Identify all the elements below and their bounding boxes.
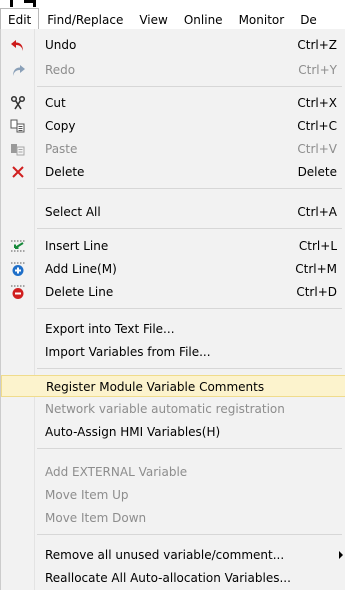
menu-debug[interactable]: De xyxy=(292,8,325,30)
menu-item-label: Undo xyxy=(45,38,77,52)
menu-item-label: Auto-Assign HMI Variables(H) xyxy=(45,425,221,439)
menu-item-move-up[interactable]: Move Item Up xyxy=(1,484,345,506)
scissors-icon xyxy=(10,95,26,111)
menu-item-label: Move Item Up xyxy=(45,488,129,502)
menu-item-shortcut: Ctrl+A xyxy=(297,205,337,219)
menu-item-label: Register Module Variable Comments xyxy=(46,380,265,394)
menu-item-shortcut: Ctrl+M xyxy=(295,262,337,276)
copy-icon xyxy=(10,118,26,134)
menu-monitor[interactable]: Monitor xyxy=(231,8,293,30)
menu-item-redo[interactable]: Redo Ctrl+Y xyxy=(1,59,345,81)
menu-item-auto-assign-hmi[interactable]: Auto-Assign HMI Variables(H) xyxy=(1,421,345,443)
menu-separator xyxy=(37,308,342,309)
menu-item-shortcut: Ctrl+L xyxy=(298,239,337,253)
menu-item-undo[interactable]: Undo Ctrl+Z xyxy=(1,34,345,56)
paste-icon xyxy=(10,141,26,157)
undo-icon xyxy=(10,37,26,53)
menu-item-shortcut: Ctrl+C xyxy=(297,119,337,133)
menu-item-shortcut: Ctrl+Z xyxy=(297,38,337,52)
menu-item-select-all[interactable]: Select All Ctrl+A xyxy=(1,201,345,223)
edit-dropdown-menu: Undo Ctrl+Z Redo Ctrl+Y Cut Ctrl+X Copy … xyxy=(0,29,345,590)
menu-item-label: Paste xyxy=(45,142,78,156)
menu-item-network-variable-registration[interactable]: Network variable automatic registration xyxy=(1,398,345,420)
menu-find-replace[interactable]: Find/Replace xyxy=(39,8,131,30)
menu-item-label: Network variable automatic registration xyxy=(45,402,285,416)
menu-item-add-line[interactable]: Add Line(M) Ctrl+M xyxy=(1,258,345,280)
menu-item-reallocate-variables[interactable]: Reallocate All Auto-allocation Variables… xyxy=(1,567,345,589)
menu-item-register-module-variable-comments[interactable]: Register Module Variable Comments xyxy=(1,375,345,397)
menu-separator xyxy=(37,534,342,535)
menu-item-label: Cut xyxy=(45,96,66,110)
menu-item-delete[interactable]: Delete Delete xyxy=(1,161,345,183)
menu-item-paste[interactable]: Paste Ctrl+V xyxy=(1,138,345,160)
menu-item-remove-unused[interactable]: Remove all unused variable/comment... xyxy=(1,544,345,566)
menu-item-import-variables[interactable]: Import Variables from File... xyxy=(1,341,345,363)
menu-item-export-text-file[interactable]: Export into Text File... xyxy=(1,318,345,340)
menu-view[interactable]: View xyxy=(131,8,175,30)
menu-separator xyxy=(37,228,342,229)
menu-item-label: Add EXTERNAL Variable xyxy=(45,465,188,479)
window-top-edge xyxy=(0,0,345,8)
menu-item-label: Insert Line xyxy=(45,239,109,253)
menu-online[interactable]: Online xyxy=(176,8,231,30)
delete-line-icon xyxy=(10,284,26,300)
menu-item-shortcut: Ctrl+Y xyxy=(298,63,337,77)
menu-item-label: Delete Line xyxy=(45,285,114,299)
redo-icon xyxy=(10,62,26,78)
menu-item-label: Delete xyxy=(45,165,85,179)
menu-item-label: Select All xyxy=(45,205,101,219)
menu-item-label: Reallocate All Auto-allocation Variables… xyxy=(45,571,291,585)
bracket-mark xyxy=(10,0,13,7)
menu-item-shortcut: Ctrl+X xyxy=(297,96,337,110)
menu-edit[interactable]: Edit xyxy=(0,8,40,30)
menu-bar: Edit Find/Replace View Online Monitor De xyxy=(0,8,345,30)
menu-item-shortcut: Ctrl+V xyxy=(297,142,337,156)
menu-item-label: Move Item Down xyxy=(45,511,147,525)
menu-item-label: Export into Text File... xyxy=(45,322,175,336)
menu-item-add-external-variable[interactable]: Add EXTERNAL Variable xyxy=(1,461,345,483)
menu-separator xyxy=(37,86,342,87)
menu-item-shortcut: Ctrl+D xyxy=(296,285,337,299)
menu-item-label: Add Line(M) xyxy=(45,262,117,276)
delete-icon xyxy=(10,164,26,180)
add-line-icon xyxy=(10,261,26,277)
submenu-arrow-icon xyxy=(339,551,343,559)
menu-item-label: Copy xyxy=(45,119,76,133)
menu-item-delete-line[interactable]: Delete Line Ctrl+D xyxy=(1,281,345,303)
insert-line-icon xyxy=(10,238,26,254)
menu-item-copy[interactable]: Copy Ctrl+C xyxy=(1,115,345,137)
menu-separator xyxy=(37,448,342,449)
menu-separator xyxy=(37,368,342,369)
menu-item-cut[interactable]: Cut Ctrl+X xyxy=(1,92,345,114)
menu-item-label: Remove all unused variable/comment... xyxy=(45,548,285,562)
menu-item-move-down[interactable]: Move Item Down xyxy=(1,507,345,529)
menu-item-label: Redo xyxy=(45,63,76,77)
app-window: Edit Find/Replace View Online Monitor De… xyxy=(0,0,345,590)
menu-item-label: Import Variables from File... xyxy=(45,345,211,359)
menu-item-shortcut: Delete xyxy=(297,165,337,179)
bracket-mark xyxy=(33,0,36,7)
menu-item-insert-line[interactable]: Insert Line Ctrl+L xyxy=(1,235,345,257)
menu-separator xyxy=(37,188,342,189)
